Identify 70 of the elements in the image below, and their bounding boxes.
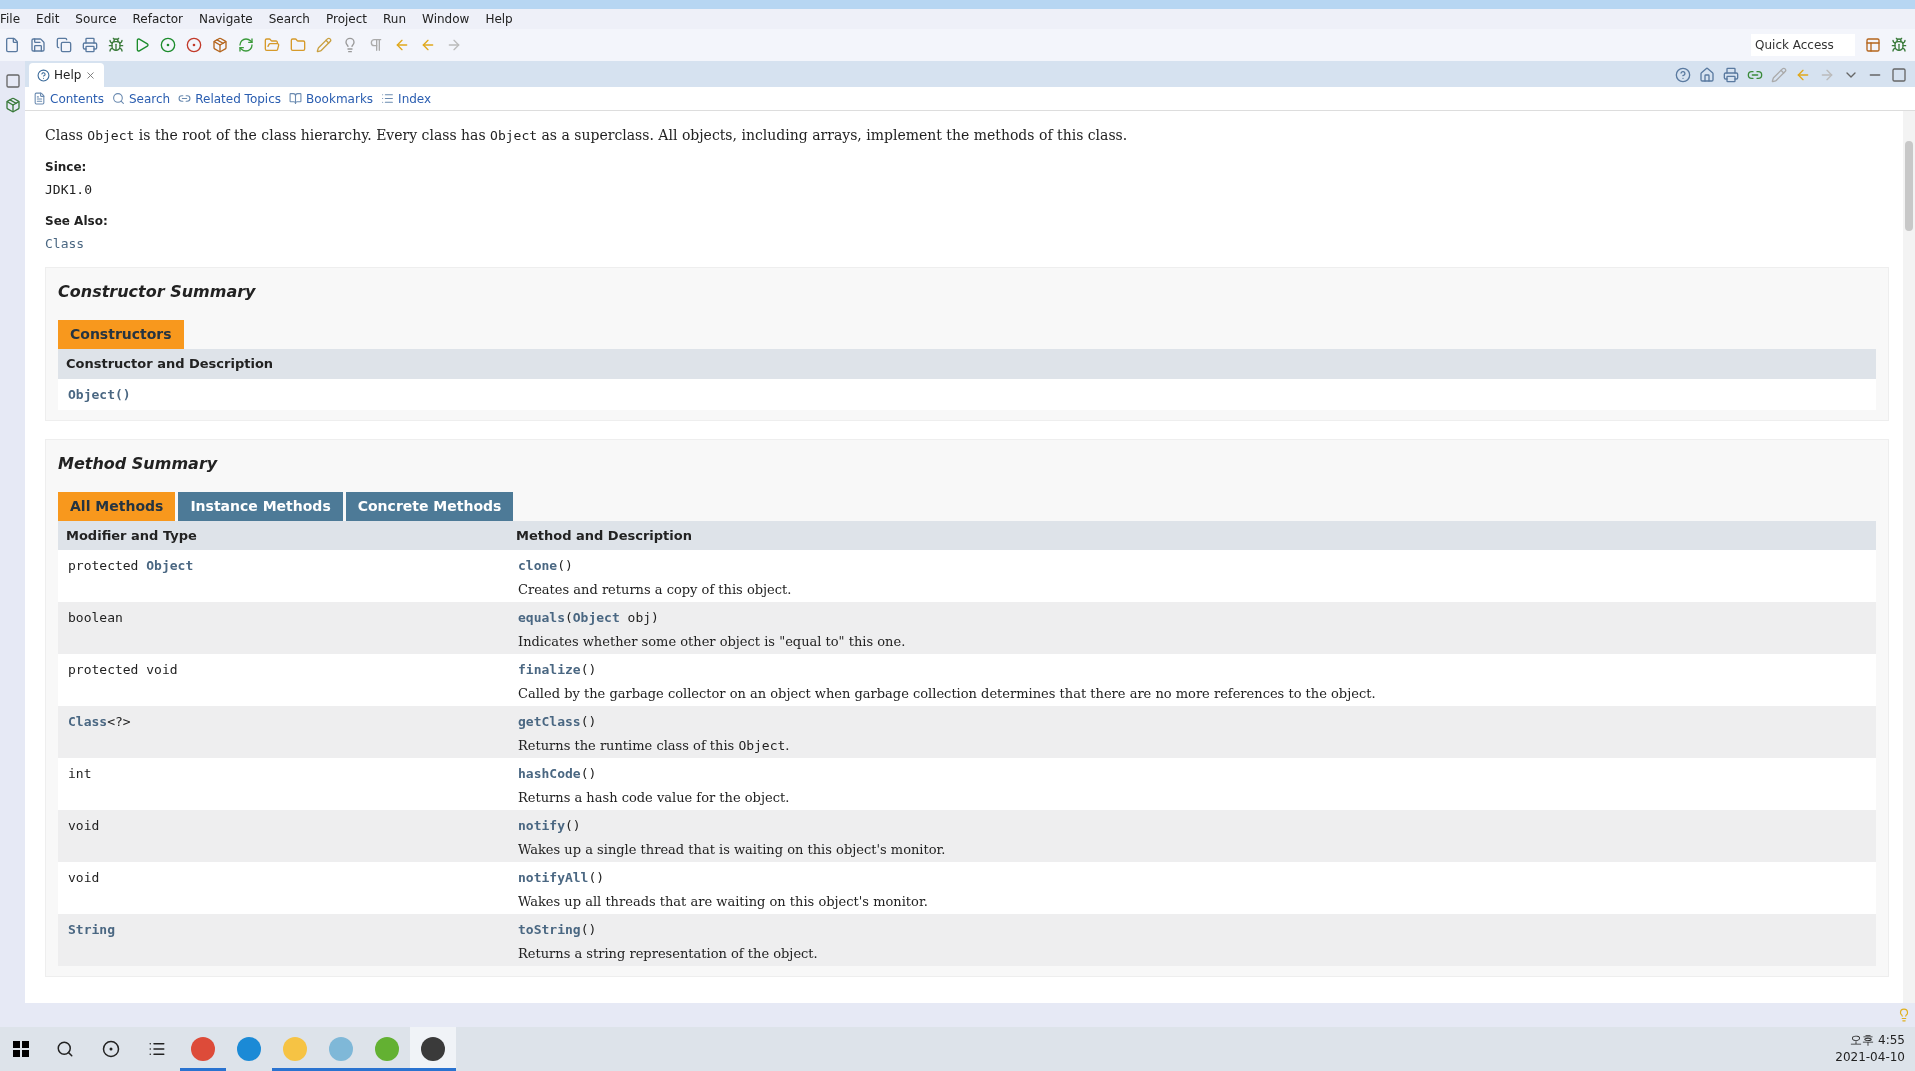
- method-description: Indicates whether some other object is "equal to" this one.: [518, 632, 907, 651]
- column-header: Constructor and Description: [58, 349, 1876, 379]
- constructor-link[interactable]: Object(): [68, 386, 131, 402]
- method-description: Called by the garbage collector on an object when garbage collection determines that there are no more references to the object.: [518, 684, 1377, 703]
- since-value: JDK1.0: [45, 181, 93, 199]
- method-signature: clone(): [518, 557, 574, 575]
- clock-date[interactable]: 2021-04-10: [1835, 1049, 1905, 1066]
- method-signature: hashCode(): [518, 765, 598, 783]
- section-title: Method Summary: [58, 452, 219, 475]
- menu-item[interactable]: Source: [67, 10, 125, 28]
- method-signature: notifyAll(): [518, 869, 606, 887]
- menu-item[interactable]: Edit: [28, 10, 68, 28]
- see-also-label: See Also:: [45, 212, 109, 230]
- type-link[interactable]: finalize: [518, 662, 581, 677]
- quick-access-field[interactable]: Quick Access: [1751, 34, 1855, 56]
- method-signature: equals(Object obj): [518, 609, 660, 627]
- menu-item[interactable]: Navigate: [190, 10, 261, 28]
- help-nav-link[interactable]: Index: [398, 89, 432, 108]
- menu-item[interactable]: Project: [317, 10, 376, 28]
- type-link[interactable]: equals: [518, 610, 565, 625]
- modifier-type: int: [68, 765, 93, 783]
- section-title: Constructor Summary: [58, 281, 257, 303]
- class-link[interactable]: Class: [45, 233, 1889, 253]
- type-link[interactable]: String: [68, 922, 115, 937]
- method-description: Wakes up all threads that are waiting on this object's monitor.: [518, 892, 929, 911]
- method-description: Wakes up a single thread that is waiting on this object's monitor.: [518, 840, 947, 859]
- help-nav-link[interactable]: Contents: [50, 89, 104, 108]
- modifier-type: boolean: [68, 609, 124, 627]
- type-link[interactable]: toString: [518, 922, 581, 937]
- modifier-type: protected void: [68, 661, 179, 679]
- method-description: Returns the runtime class of this Object.: [518, 736, 791, 755]
- help-nav-link[interactable]: Related Topics: [195, 89, 282, 108]
- method-signature: toString(): [518, 921, 598, 939]
- modifier-type: void: [68, 817, 101, 835]
- menu-item[interactable]: Search: [260, 10, 318, 28]
- summary-tab[interactable]: Concrete Methods: [345, 491, 514, 521]
- column-header: Method and Description: [516, 526, 693, 545]
- view-tab[interactable]: Help: [29, 63, 105, 87]
- method-description: Creates and returns a copy of this object.: [518, 580, 793, 599]
- method-signature: finalize(): [518, 661, 598, 679]
- menu-item[interactable]: Run: [375, 10, 415, 28]
- method-description: Returns a hash code value for the object.: [518, 788, 791, 807]
- summary-tab[interactable]: Constructors: [58, 320, 184, 349]
- type-link[interactable]: getClass: [518, 714, 581, 729]
- type-link[interactable]: Object: [146, 558, 194, 573]
- menu-item[interactable]: Refactor: [124, 10, 191, 28]
- modifier-type: Class<?>: [68, 713, 132, 731]
- modifier-type: void: [68, 869, 101, 887]
- help-nav-link[interactable]: Search: [129, 89, 171, 108]
- column-header: Modifier and Type: [66, 526, 198, 545]
- menu-item[interactable]: Help: [477, 10, 521, 28]
- clock-time[interactable]: 오후 4:55: [1850, 1032, 1905, 1049]
- type-link[interactable]: clone: [518, 558, 558, 573]
- type-link[interactable]: Class: [68, 714, 108, 729]
- type-link[interactable]: notify: [518, 818, 565, 833]
- help-nav-link[interactable]: Bookmarks: [306, 89, 374, 108]
- menu-item[interactable]: File: [0, 10, 29, 28]
- since-label: Since:: [45, 159, 88, 176]
- tab-label: Help: [54, 67, 82, 84]
- method-signature: notify(): [518, 817, 582, 835]
- method-description: Returns a string representation of the object.: [518, 944, 819, 963]
- type-link[interactable]: hashCode: [518, 766, 581, 781]
- class-description: Class Object is the root of the class hierarchy. Every class has Object as a superclass. All objects, including arrays, implement the methods of this class.: [45, 126, 1129, 145]
- modifier-type: protected Object: [68, 557, 195, 575]
- method-signature: getClass(): [518, 713, 598, 731]
- type-link[interactable]: notifyAll: [518, 870, 589, 885]
- summary-tab[interactable]: Instance Methods: [178, 491, 343, 521]
- menu-item[interactable]: Window: [414, 10, 478, 28]
- summary-tab[interactable]: All Methods: [58, 491, 176, 521]
- type-link[interactable]: Object: [572, 610, 620, 625]
